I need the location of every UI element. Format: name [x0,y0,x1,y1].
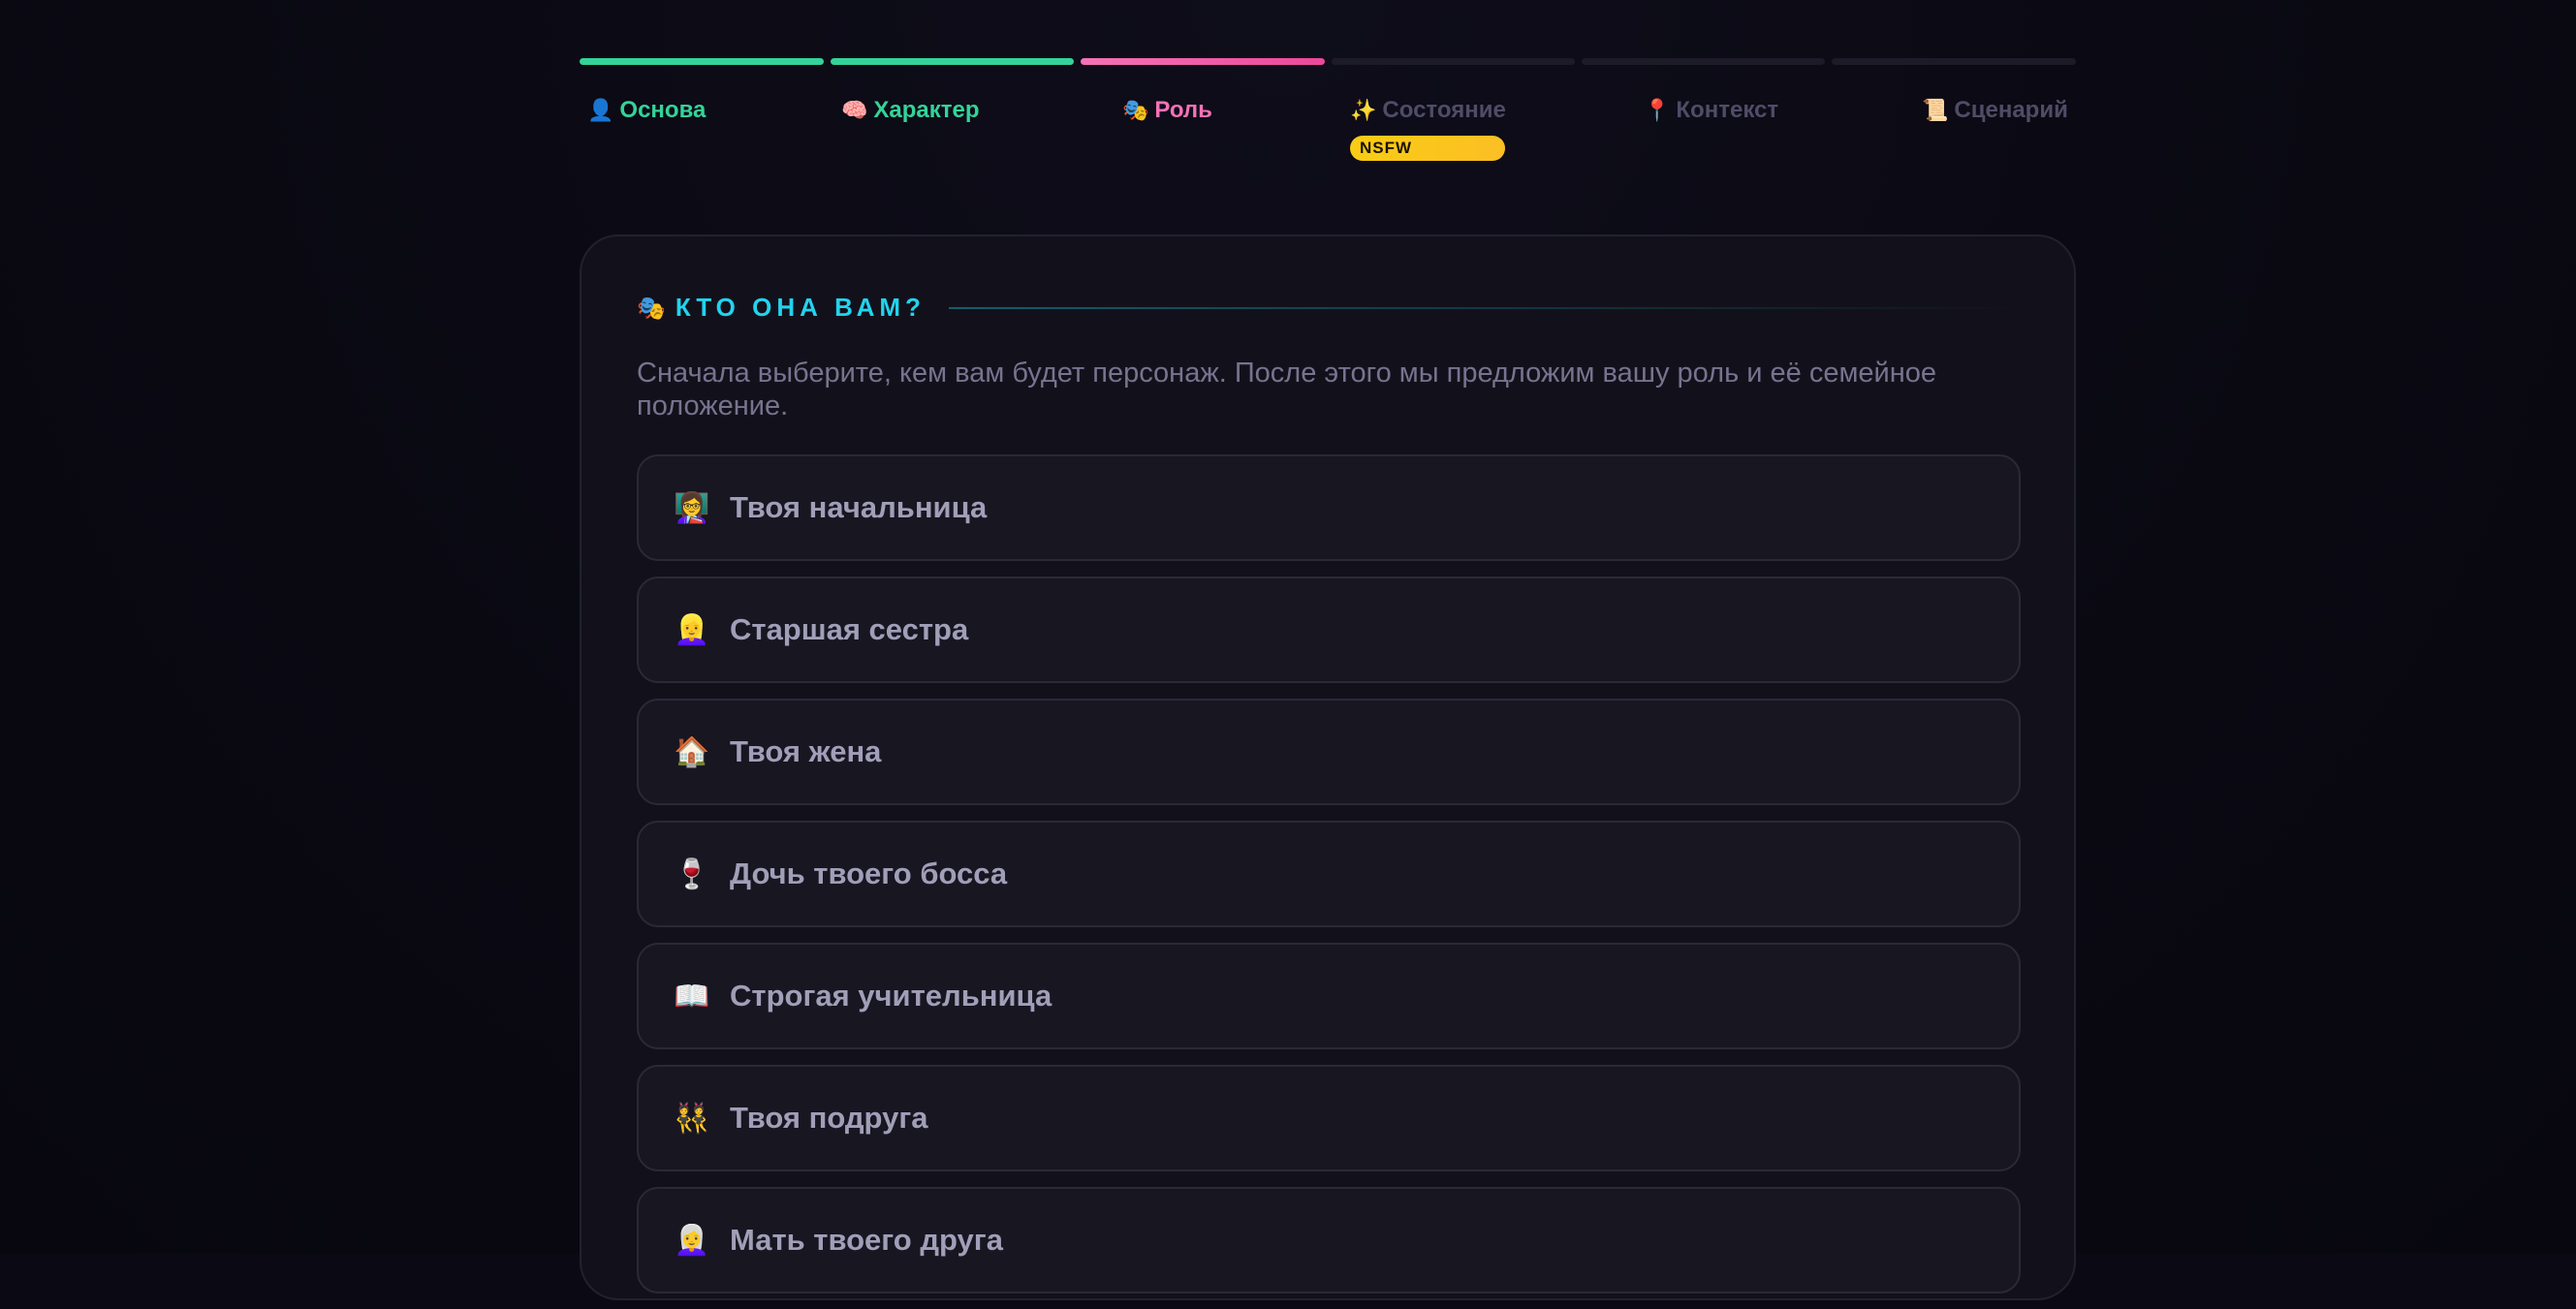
step-stsenariy[interactable]: 📜 Сценарий [1922,97,2068,124]
step-kontekst[interactable]: 📍 Контекст [1644,97,1778,124]
older-woman-icon: 👩‍🦳 [674,1223,710,1258]
book-icon: 📖 [674,979,710,1013]
step-label: Роль [1154,97,1212,123]
progress-stepper: 👤 Основа 🧠 Характер 🎭 Роль ✨ Состояние N… [580,0,2076,194]
role-option-nachalnitsa[interactable]: 👩‍🏫 Твоя начальница [637,454,2021,561]
progress-segment-5 [1582,58,1825,65]
role-option-doch-bossa[interactable]: 🍷 Дочь твоего босса [637,821,2021,927]
progress-segment-4 [1332,58,1575,65]
step-label: Сценарий [1954,97,2068,123]
teacher-icon: 👩‍🏫 [674,490,710,525]
house-icon: 🏠 [674,734,710,769]
role-option-label: Строгая учительница [730,979,1052,1013]
progress-segment-1 [580,58,824,65]
step-kharakter[interactable]: 🧠 Характер [841,97,980,124]
woman-icon: 👱‍♀️ [674,612,710,647]
scroll-icon: 📜 [1922,98,1949,123]
brain-icon: 🧠 [841,98,868,123]
section-divider [948,306,2019,309]
role-option-label: Мать твоего друга [730,1223,1003,1257]
step-osnova[interactable]: 👤 Основа [587,97,706,124]
role-option-label: Твоя начальница [730,490,988,524]
step-sostoyanie[interactable]: ✨ Состояние [1350,97,1506,124]
theater-masks-icon: 🎭 [637,294,666,322]
section-title: КТО ОНА ВАМ? [675,293,926,322]
role-option-zhena[interactable]: 🏠 Твоя жена [637,699,2021,805]
section-description: Сначала выберите, кем вам будет персонаж… [637,358,1936,421]
role-option-mat-druga[interactable]: 👩‍🦳 Мать твоего друга [637,1187,2021,1293]
step-label: Состояние [1382,97,1506,123]
role-option-label: Дочь твоего босса [730,857,1008,890]
step-rol[interactable]: 🎭 Роль [1122,97,1212,124]
role-option-podruga[interactable]: 👯 Твоя подруга [637,1065,2021,1171]
person-icon: 👤 [587,98,614,123]
role-card: 🎭 КТО ОНА ВАМ? Сначала выберите, кем вам… [580,234,2076,1300]
role-option-label: Твоя подруга [730,1101,928,1135]
role-option-uchitelnitsa[interactable]: 📖 Строгая учительница [637,943,2021,1049]
step-label: Основа [619,97,707,123]
theater-masks-icon: 🎭 [1122,98,1149,123]
wine-glass-icon: 🍷 [674,857,710,891]
sparkles-icon: ✨ [1350,98,1377,123]
step-label: Контекст [1676,97,1779,123]
women-dancing-icon: 👯 [674,1101,710,1136]
role-option-label: Твоя жена [730,734,882,768]
role-option-starshaya-sestra[interactable]: 👱‍♀️ Старшая сестра [637,577,2021,683]
progress-segment-3 [1081,58,1325,65]
progress-segment-6 [1832,58,2076,65]
pin-icon: 📍 [1644,98,1671,123]
role-options-list: 👩‍🏫 Твоя начальница 👱‍♀️ Старшая сестра … [637,454,2021,1309]
role-option-label: Старшая сестра [730,612,969,646]
step-label: Характер [873,97,980,123]
progress-segment-2 [831,58,1074,65]
section-header: 🎭 КТО ОНА ВАМ? [637,293,2019,323]
nsfw-badge: NSFW [1350,136,1505,161]
wizard: 👤 Основа 🧠 Характер 🎭 Роль ✨ Состояние N… [580,0,2076,1300]
